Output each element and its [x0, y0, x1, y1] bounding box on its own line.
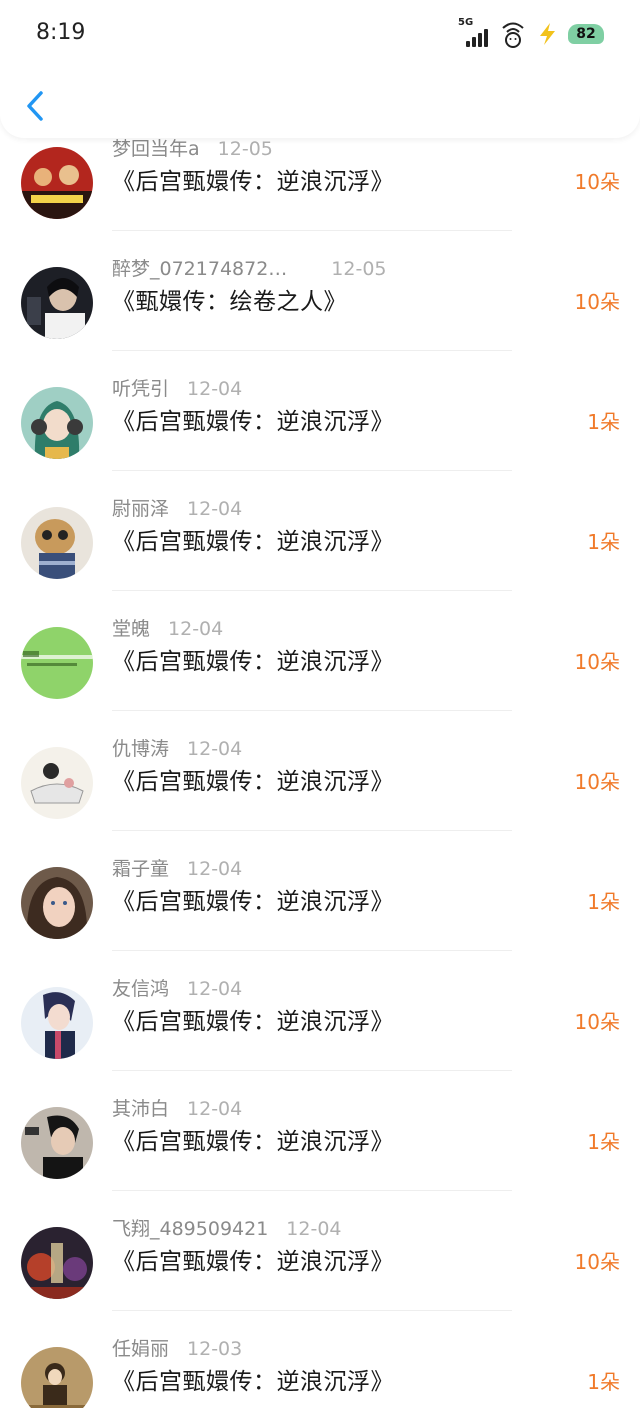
- gift-amount: 10朵: [574, 650, 620, 674]
- gift-amount: 1朵: [587, 530, 620, 554]
- avatar[interactable]: [21, 1107, 93, 1179]
- status-time: 8:19: [36, 20, 86, 45]
- divider: [112, 830, 512, 831]
- user-meta: 醉梦_072174872… 12-05: [112, 254, 387, 280]
- username[interactable]: 飞翔_489509421: [112, 1218, 268, 1240]
- list-item[interactable]: 堂魄 12-04 《后宫甄嬛传：逆浪沉浮》 10朵: [0, 606, 640, 726]
- date: 12-04: [187, 978, 243, 1000]
- date: 12-03: [187, 1338, 243, 1360]
- divider: [112, 1310, 512, 1311]
- gift-list-page: 梦回当年a 12-05 《后宫甄嬛传：逆浪沉浮》 10朵 醉梦_072174872…: [0, 0, 640, 1408]
- username[interactable]: 任娟丽: [112, 1338, 169, 1360]
- user-meta: 仇博涛 12-04: [112, 734, 242, 760]
- divider: [112, 470, 512, 471]
- signal-icon: 5G: [458, 17, 490, 49]
- username[interactable]: 友信鸿: [112, 978, 169, 1000]
- date: 12-04: [187, 378, 243, 400]
- top-header: 8:19 5G 82: [0, 0, 640, 138]
- username[interactable]: 堂魄: [112, 618, 150, 640]
- divider: [112, 350, 512, 351]
- gift-amount: 10朵: [574, 290, 620, 314]
- divider: [112, 590, 512, 591]
- user-meta: 尉丽泽 12-04: [112, 494, 242, 520]
- user-meta: 霜子童 12-04: [112, 854, 242, 880]
- date: 12-04: [187, 1098, 243, 1120]
- user-meta: 堂魄 12-04: [112, 614, 223, 640]
- user-meta: 友信鸿 12-04: [112, 974, 242, 1000]
- list-item[interactable]: 尉丽泽 12-04 《后宫甄嬛传：逆浪沉浮》 1朵: [0, 486, 640, 606]
- list-item[interactable]: 其沛白 12-04 《后宫甄嬛传：逆浪沉浮》 1朵: [0, 1086, 640, 1206]
- gift-amount: 10朵: [574, 770, 620, 794]
- gift-amount: 10朵: [574, 1250, 620, 1274]
- date: 12-04: [187, 498, 243, 520]
- username[interactable]: 霜子童: [112, 858, 169, 880]
- list-item[interactable]: 听凭引 12-04 《后宫甄嬛传：逆浪沉浮》 1朵: [0, 366, 640, 486]
- book-title[interactable]: 《后宫甄嬛传：逆浪沉浮》: [112, 162, 394, 196]
- avatar[interactable]: [21, 387, 93, 459]
- gift-amount: 1朵: [587, 410, 620, 434]
- user-meta: 飞翔_489509421 12-04: [112, 1214, 342, 1240]
- charging-icon: [540, 23, 555, 45]
- chevron-left-icon: [27, 91, 43, 121]
- avatar[interactable]: [21, 1347, 93, 1408]
- date: 12-04: [187, 738, 243, 760]
- gift-amount: 10朵: [574, 170, 620, 194]
- avatar[interactable]: [21, 147, 93, 219]
- date: 12-04: [286, 1218, 342, 1240]
- avatar[interactable]: [21, 267, 93, 339]
- book-title[interactable]: 《后宫甄嬛传：逆浪沉浮》: [112, 522, 394, 556]
- user-meta: 任娟丽 12-03: [112, 1334, 242, 1360]
- avatar[interactable]: [21, 747, 93, 819]
- book-title[interactable]: 《后宫甄嬛传：逆浪沉浮》: [112, 1002, 394, 1036]
- avatar[interactable]: [21, 627, 93, 699]
- gift-amount: 10朵: [574, 1010, 620, 1034]
- list-item[interactable]: 梦回当年a 12-05 《后宫甄嬛传：逆浪沉浮》 10朵: [0, 126, 640, 246]
- avatar[interactable]: [21, 867, 93, 939]
- username[interactable]: 其沛白: [112, 1098, 169, 1120]
- book-title[interactable]: 《后宫甄嬛传：逆浪沉浮》: [112, 882, 394, 916]
- book-title[interactable]: 《后宫甄嬛传：逆浪沉浮》: [112, 1122, 394, 1156]
- username[interactable]: 尉丽泽: [112, 498, 169, 520]
- date: 12-05: [331, 258, 387, 280]
- avatar[interactable]: [21, 507, 93, 579]
- book-title[interactable]: 《后宫甄嬛传：逆浪沉浮》: [112, 1362, 394, 1396]
- user-meta: 其沛白 12-04: [112, 1094, 242, 1120]
- book-title[interactable]: 《后宫甄嬛传：逆浪沉浮》: [112, 762, 394, 796]
- list-item[interactable]: 任娟丽 12-03 《后宫甄嬛传：逆浪沉浮》 1朵: [0, 1326, 640, 1408]
- book-title[interactable]: 《后宫甄嬛传：逆浪沉浮》: [112, 402, 394, 436]
- divider: [112, 710, 512, 711]
- list-item[interactable]: 醉梦_072174872… 12-05 《甄嬛传：绘卷之人》 10朵: [0, 246, 640, 366]
- battery-icon: 82: [568, 22, 604, 46]
- avatar[interactable]: [21, 1227, 93, 1299]
- battery-level: 82: [576, 26, 596, 42]
- divider: [112, 1190, 512, 1191]
- username[interactable]: 仇博涛: [112, 738, 169, 760]
- divider: [112, 230, 512, 231]
- gift-amount: 1朵: [587, 1370, 620, 1394]
- gift-amount: 1朵: [587, 1130, 620, 1154]
- wifi-icon: [502, 22, 524, 48]
- date: 12-05: [217, 138, 273, 160]
- list-item[interactable]: 飞翔_489509421 12-04 《后宫甄嬛传：逆浪沉浮》 10朵: [0, 1206, 640, 1326]
- gift-amount: 1朵: [587, 890, 620, 914]
- list-item[interactable]: 霜子童 12-04 《后宫甄嬛传：逆浪沉浮》 1朵: [0, 846, 640, 966]
- divider: [112, 950, 512, 951]
- user-meta: 听凭引 12-04: [112, 374, 242, 400]
- divider: [112, 1070, 512, 1071]
- username[interactable]: 听凭引: [112, 378, 169, 400]
- book-title[interactable]: 《后宫甄嬛传：逆浪沉浮》: [112, 642, 394, 676]
- username[interactable]: 梦回当年a: [112, 138, 200, 160]
- list-item[interactable]: 仇博涛 12-04 《后宫甄嬛传：逆浪沉浮》 10朵: [0, 726, 640, 846]
- back-button[interactable]: [18, 84, 52, 128]
- date: 12-04: [187, 858, 243, 880]
- network-type: 5G: [458, 17, 474, 28]
- date: 12-04: [168, 618, 224, 640]
- status-icons: 5G 82: [458, 17, 604, 50]
- username[interactable]: 醉梦_072174872…: [112, 258, 287, 280]
- avatar[interactable]: [21, 987, 93, 1059]
- book-title[interactable]: 《甄嬛传：绘卷之人》: [112, 282, 347, 316]
- list-item[interactable]: 友信鸿 12-04 《后宫甄嬛传：逆浪沉浮》 10朵: [0, 966, 640, 1086]
- book-title[interactable]: 《后宫甄嬛传：逆浪沉浮》: [112, 1242, 394, 1276]
